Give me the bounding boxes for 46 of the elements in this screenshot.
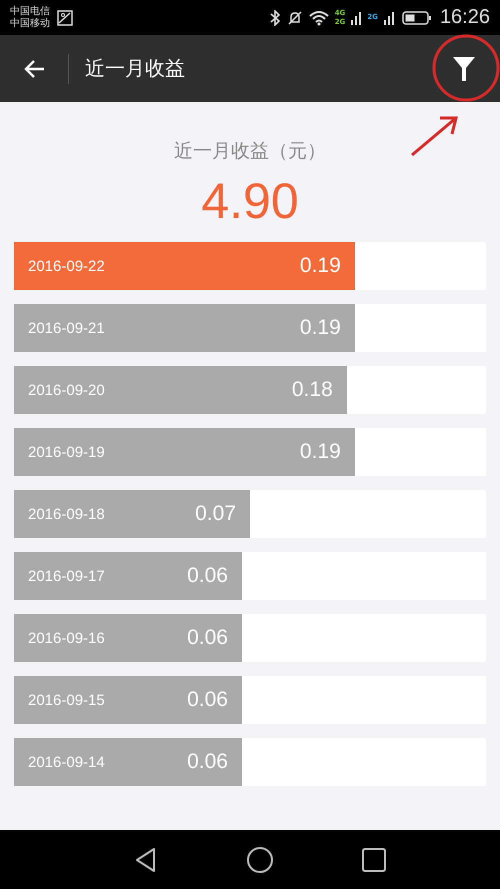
home-circle-icon — [246, 846, 274, 874]
earnings-value: 0.19 — [300, 440, 341, 464]
date-label: 2016-09-16 — [28, 630, 105, 646]
summary-label: 近一月收益（元） — [174, 139, 326, 164]
bar-track[interactable]: 2016-09-20 0.18 — [14, 366, 486, 414]
bar-track[interactable]: 2016-09-19 0.19 — [14, 428, 486, 476]
battery-icon — [402, 10, 432, 26]
carrier-name: 中国电信 — [10, 6, 50, 18]
date-label: 2016-09-21 — [28, 320, 105, 336]
date-label: 2016-09-20 — [28, 382, 105, 398]
total-amount: 4.90 — [201, 172, 299, 230]
bar-track[interactable]: 2016-09-21 0.19 — [14, 304, 486, 352]
date-label: 2016-09-18 — [28, 506, 105, 522]
bar-track[interactable]: 2016-09-14 0.06 — [14, 738, 486, 786]
earnings-value: 0.18 — [292, 378, 333, 402]
muted-bell-icon — [286, 10, 303, 26]
bar-track[interactable]: 2016-09-18 0.07 — [14, 490, 486, 538]
bar-track[interactable]: 2016-09-22 0.19 — [14, 242, 486, 290]
earnings-value: 0.19 — [300, 316, 341, 340]
bar-track[interactable]: 2016-09-16 0.06 — [14, 614, 486, 662]
annotation-arrow — [410, 116, 458, 156]
date-label: 2016-09-19 — [28, 444, 105, 460]
page-title: 近一月收益 — [85, 55, 186, 82]
earnings-value: 0.06 — [187, 626, 228, 650]
date-label: 2016-09-17 — [28, 568, 105, 584]
earnings-value: 0.06 — [187, 688, 228, 712]
carrier-name: 中国移动 — [10, 18, 50, 30]
date-label: 2016-09-22 — [28, 258, 105, 274]
earnings-value: 0.06 — [187, 564, 228, 588]
bar-track[interactable]: 2016-09-17 0.06 — [14, 552, 486, 600]
bar-track[interactable]: 2016-09-15 0.06 — [14, 676, 486, 724]
annotation-circle — [432, 34, 500, 102]
filter-icon — [452, 56, 476, 82]
earnings-value: 0.19 — [300, 254, 341, 278]
image-icon — [56, 8, 74, 26]
wifi-icon — [308, 10, 329, 26]
bluetooth-icon — [268, 10, 281, 26]
earnings-value: 0.07 — [195, 502, 236, 526]
square-icon — [362, 848, 386, 872]
triangle-back-icon — [134, 846, 158, 872]
date-label: 2016-09-15 — [28, 692, 105, 708]
date-label: 2016-09-14 — [28, 754, 105, 770]
signal-icon — [351, 10, 362, 24]
earnings-value: 0.06 — [187, 750, 228, 774]
signal-icon — [384, 10, 396, 24]
clock: 16:26 — [440, 6, 490, 29]
